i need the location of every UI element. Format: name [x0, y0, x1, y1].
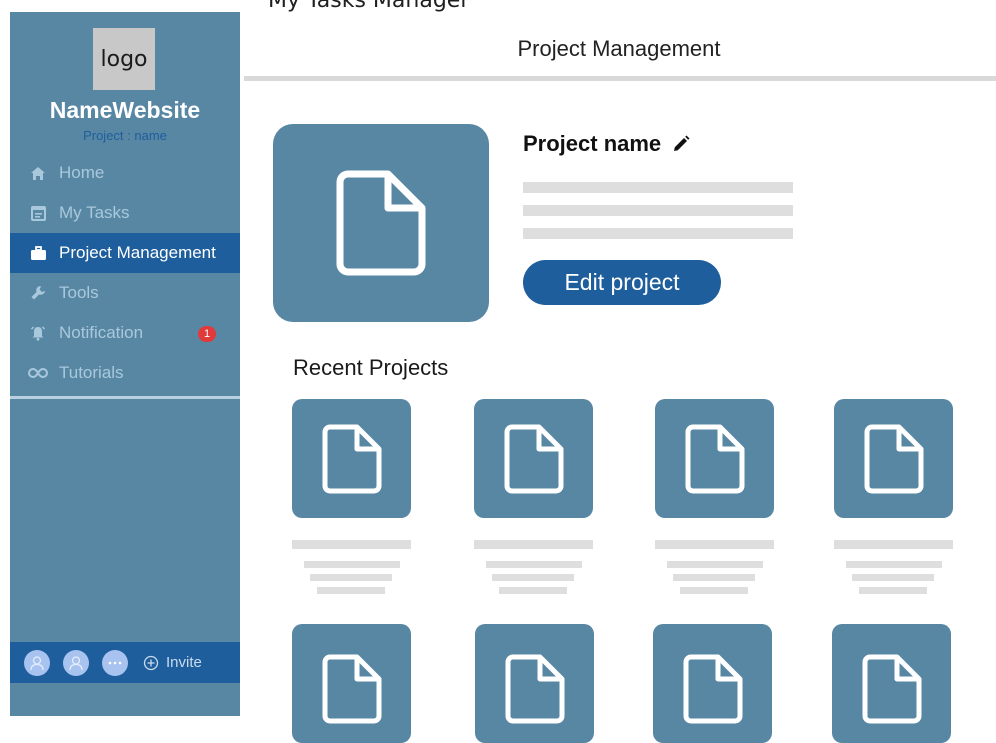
plus-circle-icon	[143, 655, 159, 671]
sidebar-footer: Invite	[10, 642, 240, 683]
cropped-header-text: My Tasks Manager	[0, 0, 996, 12]
title-placeholder	[834, 540, 953, 549]
sidebar-item-label: Project Management	[59, 243, 216, 262]
description-placeholder	[523, 182, 793, 193]
notification-badge: 1	[198, 326, 216, 342]
file-icon	[683, 654, 742, 724]
project-card-thumbnail[interactable]	[292, 399, 411, 518]
file-icon	[505, 654, 564, 724]
sidebar-item-label: Tutorials	[59, 363, 124, 382]
project-card-thumbnail[interactable]	[834, 399, 953, 518]
project-card[interactable]	[834, 399, 954, 594]
site-name: NameWebsite	[49, 97, 201, 123]
pencil-icon[interactable]	[671, 134, 691, 154]
text-placeholder	[846, 561, 942, 568]
title-placeholder	[474, 540, 593, 549]
project-card-thumbnail[interactable]	[292, 624, 411, 743]
header-divider	[244, 76, 996, 81]
sidebar-item-tools[interactable]: Tools	[10, 273, 240, 313]
text-placeholder	[667, 561, 763, 568]
sidebar-item-label: Notification	[59, 323, 144, 342]
sidebar-item-label: My Tasks	[59, 203, 130, 222]
nav-divider	[10, 396, 240, 399]
project-card[interactable]	[475, 624, 595, 743]
text-placeholder	[499, 587, 567, 594]
project-card-thumbnail[interactable]	[474, 399, 593, 518]
project-card[interactable]	[292, 399, 412, 594]
avatar[interactable]	[63, 649, 89, 676]
file-icon	[504, 424, 563, 493]
sidebar-item-home[interactable]: Home	[10, 153, 240, 193]
text-placeholder	[852, 574, 934, 581]
title-placeholder	[292, 540, 411, 549]
project-card-thumbnail[interactable]	[475, 624, 594, 743]
edit-project-button[interactable]: Edit project	[523, 260, 721, 305]
sidebar-item-my-tasks[interactable]: My Tasks	[10, 193, 240, 233]
recent-projects-title: Recent Projects	[293, 355, 449, 380]
sidebar-item-tutorials[interactable]: Tutorials	[10, 353, 240, 393]
infinity-icon	[28, 363, 48, 383]
sidebar-item-notification[interactable]: Notification 1	[10, 313, 240, 353]
user-icon	[69, 655, 83, 670]
text-placeholder	[680, 587, 748, 594]
home-icon	[28, 163, 48, 183]
page-title: Project Management	[517, 36, 721, 61]
sidebar: logo NameWebsite Project : name Home My …	[10, 12, 240, 716]
text-placeholder	[317, 587, 385, 594]
sidebar-item-label: Tools	[59, 283, 99, 302]
briefcase-icon	[28, 243, 48, 263]
sidebar-item-project-management[interactable]: Project Management	[10, 233, 240, 273]
more-users-button[interactable]	[102, 649, 128, 676]
file-icon	[322, 424, 381, 493]
invite-button[interactable]: Invite	[143, 654, 202, 671]
file-icon	[322, 654, 381, 724]
text-placeholder	[673, 574, 755, 581]
sidebar-nav: Home My Tasks Project Management Tools N…	[10, 153, 240, 393]
text-placeholder	[486, 561, 582, 568]
description-placeholder	[523, 205, 793, 216]
project-card-thumbnail[interactable]	[653, 624, 772, 743]
logo[interactable]: logo	[93, 28, 155, 90]
project-label: Project : name	[83, 128, 167, 143]
wrench-icon	[28, 283, 48, 303]
text-placeholder	[310, 574, 392, 581]
description-placeholder	[523, 228, 793, 239]
sidebar-item-label: Home	[59, 163, 105, 182]
project-card-thumbnail[interactable]	[832, 624, 951, 743]
calendar-icon	[28, 203, 48, 223]
file-icon	[864, 424, 923, 493]
project-card-thumbnail[interactable]	[655, 399, 774, 518]
project-name: Project name	[523, 131, 691, 157]
invite-label: Invite	[166, 654, 202, 671]
project-name-text: Project name	[523, 131, 662, 156]
alarm-icon	[28, 323, 48, 343]
project-card[interactable]	[832, 624, 952, 743]
file-icon	[685, 424, 744, 493]
project-card[interactable]	[655, 399, 775, 594]
text-placeholder	[492, 574, 574, 581]
project-card[interactable]	[653, 624, 773, 743]
file-icon	[862, 654, 921, 724]
title-placeholder	[655, 540, 774, 549]
project-thumbnail[interactable]	[273, 124, 489, 322]
ellipsis-icon	[108, 661, 122, 664]
project-card[interactable]	[474, 399, 594, 594]
avatar[interactable]	[24, 649, 50, 676]
cropped-title: My Tasks Manager	[268, 0, 469, 12]
text-placeholder	[304, 561, 400, 568]
user-icon	[30, 655, 44, 670]
project-card[interactable]	[292, 624, 412, 743]
file-icon	[336, 170, 426, 276]
text-placeholder	[859, 587, 927, 594]
